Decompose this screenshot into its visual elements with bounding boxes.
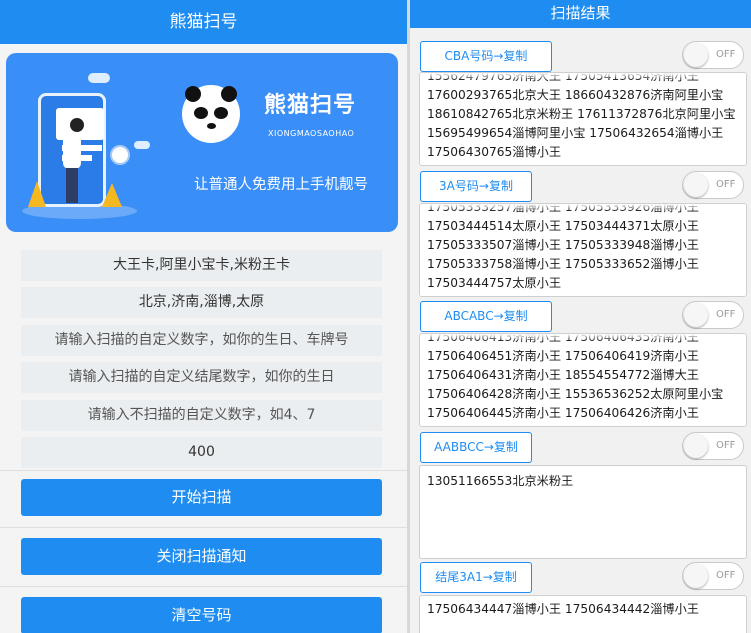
copy-cba-button[interactable]: CBA号码→复制	[420, 41, 552, 72]
custom-ending-input[interactable]: 请输入扫描的自定义结尾数字，如你的生日	[21, 362, 382, 393]
result-line: 17506406431济南小王 18554554772淄博大王	[427, 368, 699, 382]
hero-slogan: 让普通人免费用上手机靓号	[194, 177, 368, 193]
end-3a1-toggle[interactable]: OFF	[682, 562, 744, 590]
scan-count-input[interactable]: 400	[21, 437, 382, 468]
toggle-label: OFF	[716, 570, 736, 581]
result-line: 17505333758淄博小王 17505333652淄博小王	[427, 257, 699, 271]
panda-ear	[185, 86, 201, 102]
copy-aabbcc-button[interactable]: AABBCC→复制	[420, 432, 532, 463]
result-line: 15695499654淄博阿里小宝 17506432654淄博小王	[427, 126, 724, 140]
result-lines: 13051166553北京米粉王	[427, 472, 573, 491]
result-line: 17506406428济南小王 15536536252太原阿里小宝	[427, 387, 724, 401]
plant-icon	[102, 183, 122, 207]
aabbcc-results[interactable]: 13051166553北京米粉王	[419, 465, 747, 559]
result-line: 17506430765淄博小王	[427, 145, 562, 159]
scroll-fade	[420, 204, 746, 211]
panda-eye	[194, 107, 208, 119]
toggle-knob	[684, 434, 708, 458]
custom-digits-input[interactable]: 请输入扫描的自定义数字，如你的生日、车牌号	[21, 325, 382, 356]
hero-banner: 熊猫扫号 XIONGMAOSAOHAO 让普通人免费用上手机靓号	[6, 53, 398, 232]
cloud-icon	[88, 73, 110, 83]
toggle-knob	[684, 43, 708, 67]
3a-toggle[interactable]: OFF	[682, 171, 744, 199]
start-scan-button[interactable]: 开始扫描	[21, 479, 382, 516]
app-title: 熊猫扫号	[0, 0, 407, 44]
panda-head-illustration	[68, 116, 86, 134]
toggle-label: OFF	[716, 49, 736, 60]
result-line: 13051166553北京米粉王	[427, 474, 574, 488]
panda-ear	[221, 86, 237, 102]
city-select[interactable]: 北京,济南,淄博,太原	[21, 287, 382, 318]
person-illustration	[63, 133, 81, 169]
aabbcc-toggle[interactable]: OFF	[682, 432, 744, 460]
toggle-knob	[684, 173, 708, 197]
toggle-knob	[684, 564, 708, 588]
copy-abcabc-button[interactable]: ABCABC→复制	[420, 301, 552, 332]
hero-title: 熊猫扫号	[264, 93, 357, 118]
divider	[0, 586, 407, 587]
toggle-label: OFF	[716, 440, 736, 451]
result-lines: 17505333257淄博小王 17505333926淄博小王 17503444…	[427, 204, 699, 293]
result-line: 17503444514太原小王 17503444371太原小王	[427, 219, 699, 233]
results-title: 扫描结果	[410, 0, 751, 28]
form-pane: 熊猫扫号 熊猫扫号 XIONGMAOSAOHAO 让普通人免费用上手机靓号 大王…	[0, 0, 407, 633]
result-lines: 17506406413济南小王 17506406435济南小王 17506406…	[427, 334, 724, 423]
panda-logo-icon	[182, 85, 240, 143]
divider	[0, 470, 407, 471]
plant-icon	[28, 181, 46, 207]
result-line: 17506406445济南小王 17506406426济南小王	[427, 406, 699, 420]
result-line: 17503444757太原小王	[427, 276, 562, 290]
scroll-fade	[420, 73, 746, 80]
result-line: 17505333507淄博小王 17505333948淄博小王	[427, 238, 699, 252]
close-notify-button[interactable]: 关闭扫描通知	[21, 538, 382, 575]
panda-nose	[207, 123, 216, 129]
person-legs-illustration	[66, 168, 78, 203]
card-type-select[interactable]: 大王卡,阿里小宝卡,米粉王卡	[21, 250, 382, 281]
abcabc-results[interactable]: 17506406413济南小王 17506406435济南小王 17506406…	[419, 333, 747, 427]
clock-icon	[110, 145, 130, 165]
panda-eye	[214, 107, 228, 119]
result-line: 18610842765北京米粉王 17611372876北京阿里小宝	[427, 107, 736, 121]
clear-numbers-button[interactable]: 清空号码	[21, 597, 382, 633]
result-line: 17506434447淄博小王 17506434442淄博小王	[427, 602, 699, 616]
3a-results[interactable]: 17505333257淄博小王 17505333926淄博小王 17503444…	[419, 203, 747, 297]
results-pane: 扫描结果 CBA号码→复制 OFF 15562479765济南大王 175054…	[410, 0, 751, 633]
cloud-icon	[134, 141, 150, 149]
result-lines: 15562479765济南大王 17505413654济南小王 17600293…	[427, 73, 736, 162]
scroll-fade	[420, 334, 746, 341]
toggle-label: OFF	[716, 309, 736, 320]
toggle-knob	[684, 303, 708, 327]
end-3a1-results[interactable]: 17506434447淄博小王 17506434442淄博小王	[419, 595, 747, 633]
result-lines: 17506434447淄博小王 17506434442淄博小王	[427, 600, 699, 619]
cba-results[interactable]: 15562479765济南大王 17505413654济南小王 17600293…	[419, 72, 747, 166]
result-line: 17600293765北京大王 18660432876济南阿里小宝	[427, 88, 724, 102]
copy-end-3a1-button[interactable]: 结尾3A1→复制	[420, 562, 532, 593]
hero-subtitle: XIONGMAOSAOHAO	[268, 129, 355, 138]
result-line: 17506406451济南小王 17506406419济南小王	[427, 349, 699, 363]
cba-toggle[interactable]: OFF	[682, 41, 744, 69]
copy-3a-button[interactable]: 3A号码→复制	[420, 171, 532, 202]
toggle-label: OFF	[716, 179, 736, 190]
abcabc-toggle[interactable]: OFF	[682, 301, 744, 329]
exclude-digits-input[interactable]: 请输入不扫描的自定义数字，如4、7	[21, 400, 382, 431]
divider	[0, 527, 407, 528]
